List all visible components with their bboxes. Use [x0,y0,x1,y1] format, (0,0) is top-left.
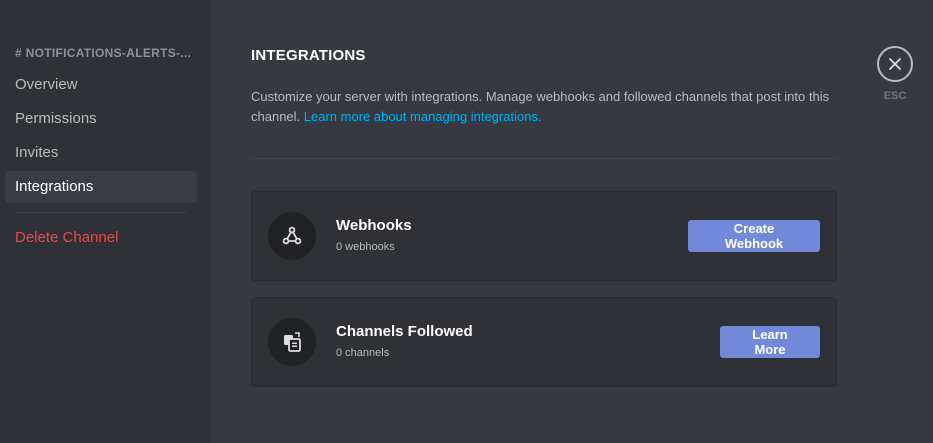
sidebar-item-integrations[interactable]: Integrations [5,171,197,203]
channel-follow-icon [268,318,316,366]
channels-followed-count: 0 channels [336,347,390,359]
sidebar-divider [15,212,187,213]
close-icon [889,58,901,70]
learn-more-button[interactable]: Learn More [720,326,820,358]
webhooks-title: Webhooks [336,217,412,234]
sidebar-item-permissions[interactable]: Permissions [5,103,197,135]
channels-followed-title: Channels Followed [336,323,473,340]
delete-channel-button[interactable]: Delete Channel [5,222,197,254]
webhook-icon [268,212,316,260]
create-webhook-button[interactable]: Create Webhook [688,220,820,252]
learn-more-integrations-link[interactable]: Learn more about managing integrations. [304,109,542,124]
page-title: INTEGRATIONS [251,47,366,64]
close-button[interactable] [877,46,913,82]
webhooks-card: Webhooks 0 webhooks Create Webhook [251,191,837,281]
settings-sidebar: # NOTIFICATIONS-ALERTS-... Overview Perm… [0,0,211,443]
close-control: ESC [877,46,913,102]
channels-followed-card: Channels Followed 0 channels Learn More [251,297,837,387]
page-description: Customize your server with integrations.… [251,87,851,127]
sidebar-item-overview[interactable]: Overview [5,69,197,101]
webhooks-count: 0 webhooks [336,241,395,253]
section-divider [251,158,837,159]
sidebar-channel-header: # NOTIFICATIONS-ALERTS-... [15,46,192,60]
esc-label: ESC [883,90,907,102]
sidebar-item-invites[interactable]: Invites [5,137,197,169]
